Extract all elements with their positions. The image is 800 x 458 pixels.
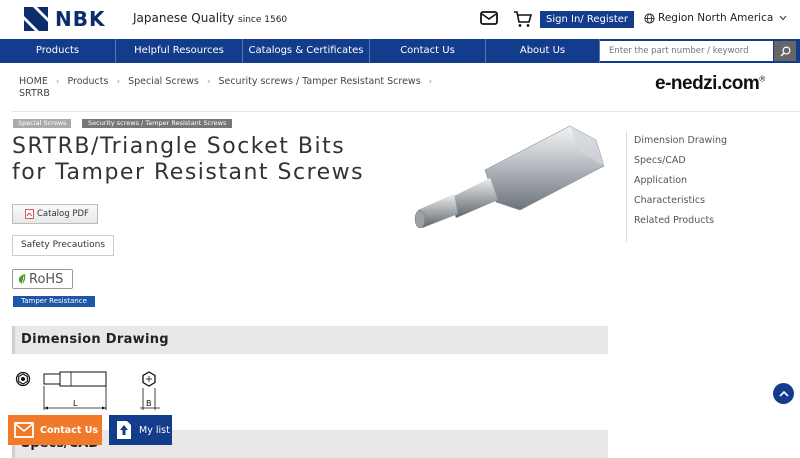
- search-icon: [780, 45, 791, 56]
- nbk-logo[interactable]: NBK: [24, 7, 105, 31]
- search-button[interactable]: [774, 41, 796, 61]
- sidebar-link-application[interactable]: Application: [634, 171, 746, 191]
- tagline: Japanese Quality since 1560: [133, 11, 287, 25]
- chevron-down-icon: [779, 15, 787, 21]
- my-list-floating-button[interactable]: My list: [109, 415, 172, 445]
- breadcrumb: HOME › Products › Special Screws › Secur…: [19, 76, 440, 87]
- dimension-drawing: L B: [15, 371, 160, 410]
- nav-item-contact[interactable]: Contact Us: [370, 39, 486, 63]
- chevron-right-icon: ›: [206, 76, 211, 87]
- sidebar-link-dimension-drawing[interactable]: Dimension Drawing: [634, 131, 746, 151]
- category-tag-security-screws[interactable]: Security screws / Tamper Resistant Screw…: [82, 119, 233, 128]
- nav-item-about[interactable]: About Us: [486, 39, 600, 63]
- nav-item-catalogs[interactable]: Catalogs & Certificates: [243, 39, 370, 63]
- divider: [12, 111, 800, 112]
- tagline-text: Japanese Quality: [133, 11, 235, 25]
- breadcrumb-security-screws[interactable]: Security screws / Tamper Resistant Screw…: [218, 76, 420, 87]
- search-input[interactable]: [600, 41, 773, 61]
- enedzi-logo[interactable]: e-nedzi.com®: [655, 73, 765, 95]
- safety-precautions-button[interactable]: Safety Precautions: [12, 235, 114, 256]
- end-view-icon: [15, 371, 31, 387]
- title-line-2: for Tamper Resistant Screws: [12, 160, 365, 185]
- registered-mark: ®: [759, 74, 765, 84]
- chevron-up-icon: [778, 390, 789, 397]
- breadcrumb-current: SRTRB: [19, 88, 50, 99]
- catalog-pdf-label: Catalog PDF: [37, 209, 89, 219]
- scroll-to-top-button[interactable]: [773, 383, 794, 404]
- main-nav: Products Helpful Resources Catalogs & Ce…: [0, 39, 800, 63]
- section-header-dimension-drawing: Dimension Drawing: [12, 326, 608, 354]
- breadcrumb-home[interactable]: HOME: [19, 76, 48, 87]
- page-title: SRTRB/Triangle Socket Bits for Tamper Re…: [12, 134, 364, 186]
- sidebar-link-characteristics[interactable]: Characteristics: [634, 191, 746, 211]
- nav-item-helpful-resources[interactable]: Helpful Resources: [116, 39, 243, 63]
- contact-us-floating-label: Contact Us: [40, 424, 99, 436]
- region-label: Region North America: [658, 12, 774, 24]
- contact-us-floating-button[interactable]: Contact Us: [8, 415, 102, 445]
- product-image: [414, 125, 605, 229]
- breadcrumb-products[interactable]: Products: [67, 76, 108, 87]
- cart-icon[interactable]: [514, 10, 532, 28]
- tagline-since: since 1560: [238, 15, 288, 25]
- globe-icon: [644, 12, 655, 24]
- brand-name: NBK: [55, 7, 106, 31]
- sidebar-link-specs-cad[interactable]: Specs/CAD: [634, 151, 746, 171]
- breadcrumb-special-screws[interactable]: Special Screws: [128, 76, 199, 87]
- sidebar-link-related-products[interactable]: Related Products: [634, 211, 746, 231]
- chevron-right-icon: ›: [428, 76, 433, 87]
- signin-register-button[interactable]: Sign In/ Register: [540, 11, 634, 28]
- nav-item-products[interactable]: Products: [0, 39, 116, 63]
- page-sidebar: Dimension Drawing Specs/CAD Application …: [626, 131, 746, 242]
- title-line-1: SRTRB/Triangle Socket Bits: [12, 134, 346, 159]
- catalog-pdf-button[interactable]: Catalog PDF: [12, 204, 98, 224]
- feature-badge-tamper-resistance[interactable]: Tamper Resistance: [13, 296, 95, 307]
- chevron-right-icon: ›: [116, 76, 121, 87]
- rohs-badge: RoHS: [12, 269, 73, 289]
- rohs-label: RoHS: [29, 271, 64, 287]
- mail-icon[interactable]: [480, 11, 498, 25]
- leaf-icon: [18, 274, 26, 285]
- envelope-icon: [14, 422, 34, 438]
- nbk-logo-icon: [24, 7, 48, 31]
- enedzi-logo-text: e-nedzi.com: [655, 73, 760, 94]
- pdf-icon: [25, 209, 34, 219]
- category-tag-special-screws[interactable]: Special Screws: [13, 119, 72, 128]
- upload-doc-icon: [117, 421, 131, 439]
- region-selector[interactable]: Region North America: [644, 12, 787, 24]
- drawing-label-b: B: [146, 399, 152, 408]
- my-list-floating-label: My list: [139, 424, 170, 436]
- drawing-label-l: L: [73, 399, 78, 408]
- top-header: NBK Japanese Quality since 1560 Sign In/…: [0, 0, 800, 39]
- chevron-right-icon: ›: [55, 76, 60, 87]
